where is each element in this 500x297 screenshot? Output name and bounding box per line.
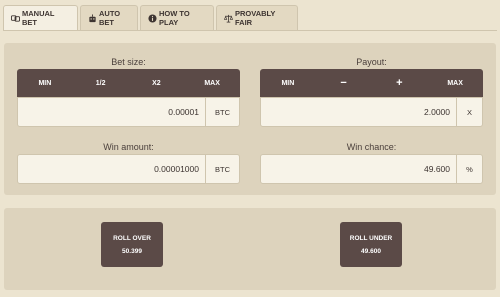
win-amount-currency: BTC [205, 155, 239, 183]
scales-icon [224, 14, 233, 23]
win-chance-unit: % [456, 155, 482, 183]
info-icon [148, 13, 157, 23]
tab-how-to-play[interactable]: HOW TO PLAY [140, 5, 214, 30]
roll-over-button[interactable]: ROLL OVER 50.399 [101, 222, 163, 267]
bet-size-input[interactable]: 0.00001 [18, 98, 205, 126]
tab-divider [3, 30, 497, 31]
payout-increase-button[interactable]: + [372, 69, 428, 97]
tab-label: MANUAL BET [22, 9, 55, 27]
payout-buttons: MIN − + MAX [260, 69, 483, 97]
roll-over-value: 50.399 [122, 247, 142, 255]
win-chance-field: 49.600 % [260, 154, 483, 184]
tab-auto-bet[interactable]: AUTO BET [80, 5, 138, 30]
bet-size-buttons: MIN 1/2 X2 MAX [17, 69, 240, 97]
dice-icon [11, 14, 20, 23]
tab-manual-bet[interactable]: MANUAL BET [3, 5, 78, 30]
tab-label: PROVABLY FAIR [235, 9, 276, 27]
payout-unit: X [456, 98, 482, 126]
win-amount-label: Win amount: [103, 142, 154, 152]
win-amount-value: 0.00001000 [154, 164, 199, 174]
win-amount-field: 0.00001000 BTC [17, 154, 240, 184]
tab-label: AUTO BET [99, 9, 121, 27]
tab-label: HOW TO PLAY [159, 9, 190, 27]
payout-field: 2.0000 X [260, 97, 483, 127]
bet-size-label: Bet size: [111, 57, 146, 67]
bet-size-field: 0.00001 BTC [17, 97, 240, 127]
win-chance-input[interactable]: 49.600 [261, 155, 456, 183]
payout-input[interactable]: 2.0000 [261, 98, 456, 126]
payout-decrease-button[interactable]: − [316, 69, 372, 97]
bet-half-button[interactable]: 1/2 [73, 69, 129, 97]
roll-under-button[interactable]: ROLL UNDER 49.600 [340, 222, 402, 267]
roll-over-label: ROLL OVER [113, 234, 151, 242]
win-chance-label: Win chance: [346, 142, 397, 152]
bet-min-button[interactable]: MIN [17, 69, 73, 97]
bet-mode-tabs: MANUAL BET AUTO BET HOW TO PLAY PROVABLY… [3, 5, 300, 30]
payout-max-button[interactable]: MAX [427, 69, 483, 97]
tab-provably-fair[interactable]: PROVABLY FAIR [216, 5, 298, 30]
robot-icon [88, 13, 97, 23]
payout-label: Payout: [356, 57, 387, 67]
bet-currency: BTC [205, 98, 239, 126]
roll-under-label: ROLL UNDER [349, 234, 393, 242]
roll-under-value: 49.600 [361, 247, 381, 255]
bet-max-button[interactable]: MAX [184, 69, 240, 97]
payout-min-button[interactable]: MIN [260, 69, 316, 97]
bet-double-button[interactable]: X2 [129, 69, 185, 97]
roll-panel [4, 208, 496, 290]
